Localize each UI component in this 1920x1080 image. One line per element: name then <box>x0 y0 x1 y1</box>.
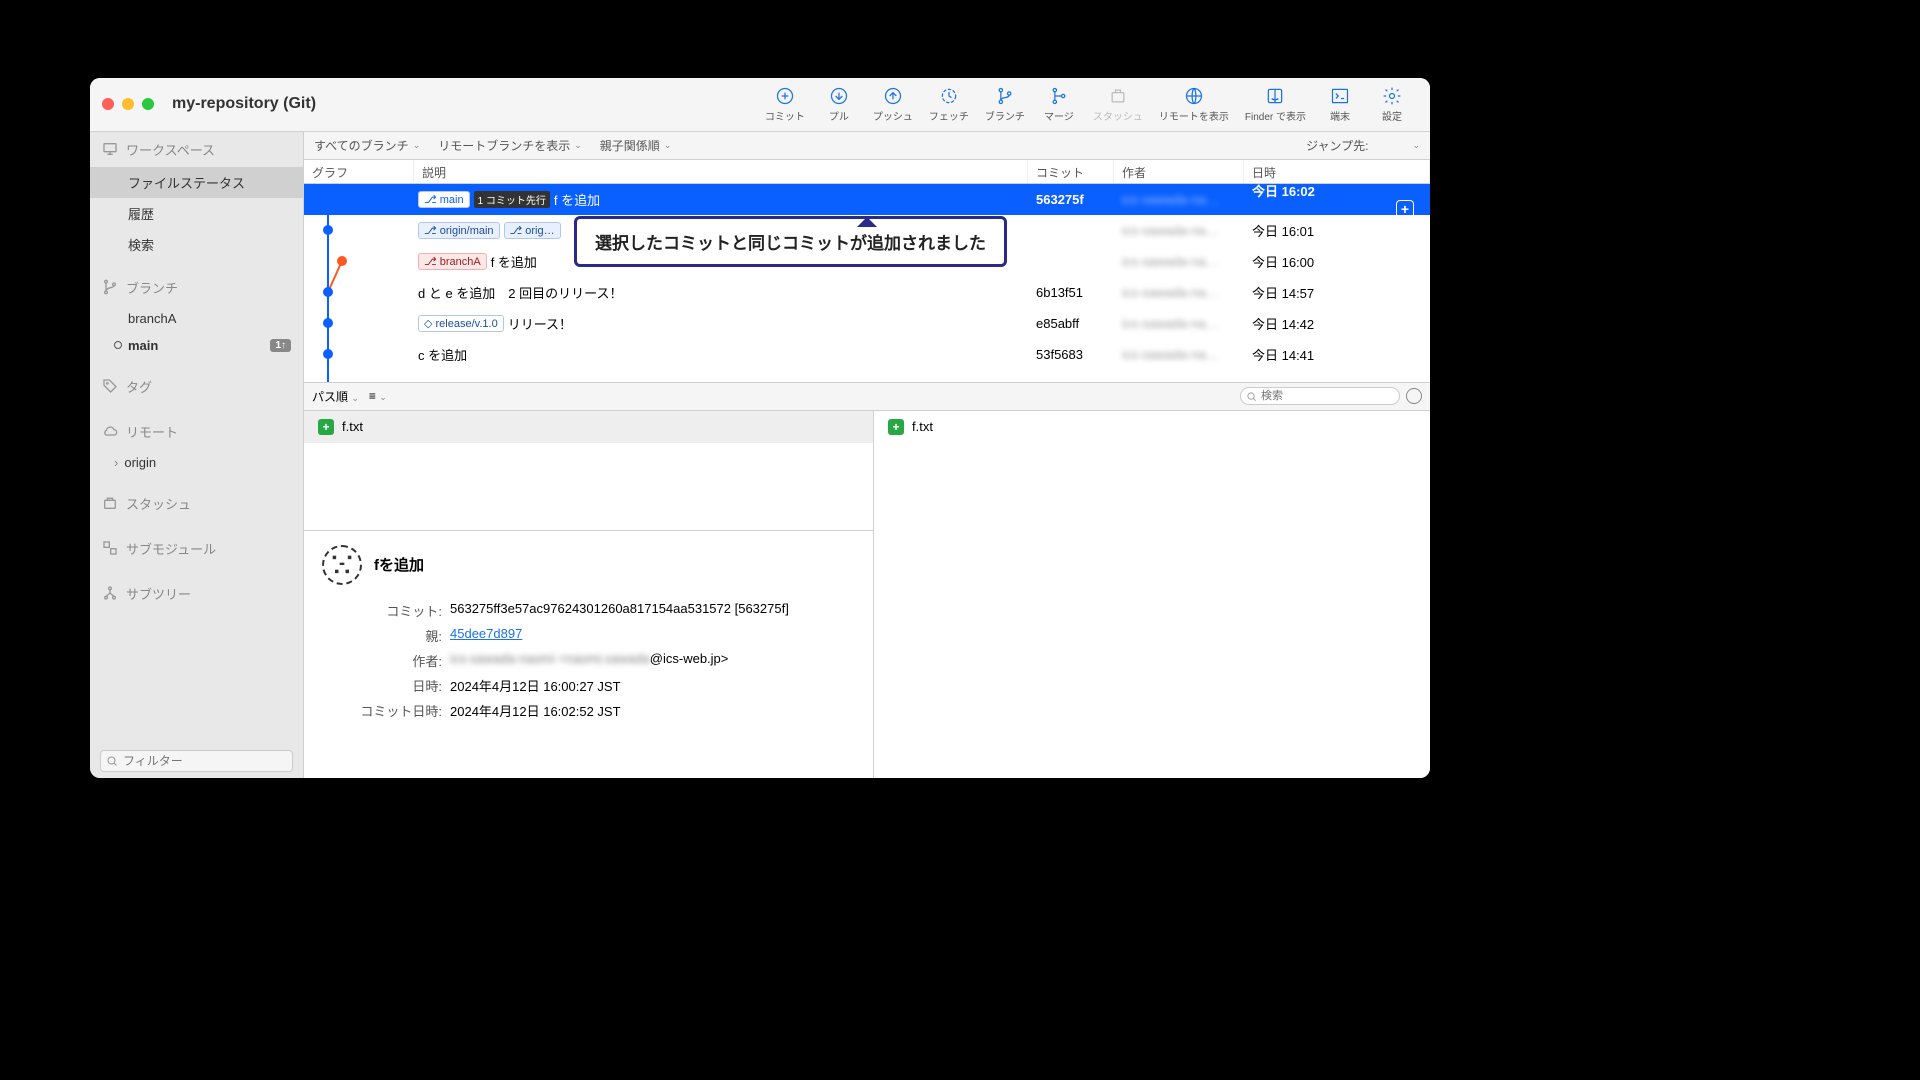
fetch-button[interactable]: フェッチ <box>921 82 977 127</box>
ref-badge: ⎇ origin/main <box>418 222 500 239</box>
cloud-icon <box>102 423 118 439</box>
sidebar-remotes[interactable]: リモート <box>90 414 303 449</box>
titlebar: my-repository (Git) コミットプルプッシュフェッチブランチマー… <box>90 78 1430 132</box>
gear-icon <box>1382 86 1402 106</box>
subtree-icon <box>102 585 118 601</box>
filter-bar: すべてのブランチ⌄ リモートブランチを表示⌄ 親子関係順⌄ ジャンプ先:⌄ <box>304 132 1430 160</box>
sidebar-branch-a[interactable]: branchA <box>90 305 303 332</box>
ref-badge: ◇ release/v.1.0 <box>418 315 504 332</box>
tag-icon <box>102 378 118 394</box>
order-select[interactable]: 親子関係順⌄ <box>600 137 672 154</box>
close-icon[interactable] <box>102 98 114 110</box>
stash-icon <box>102 495 118 511</box>
chevron-icon: ⌄ <box>1412 140 1420 151</box>
sidebar-filter <box>90 744 303 778</box>
file-item[interactable]: + f.txt <box>304 411 873 443</box>
path-order[interactable]: パス順 ⌄ <box>312 388 359 405</box>
callout: 選択したコミットと同じコミットが追加されました <box>574 216 1007 267</box>
sidebar-subtrees[interactable]: サブツリー <box>90 576 303 611</box>
traffic-lights <box>102 98 154 110</box>
sidebar-tags[interactable]: タグ <box>90 369 303 404</box>
minimize-icon[interactable] <box>122 98 134 110</box>
diff-file[interactable]: + f.txt <box>874 411 1430 443</box>
ahead-badge: 1 コミット先行 <box>474 191 550 208</box>
sidebar-stashes[interactable]: スタッシュ <box>90 486 303 521</box>
branch-filter[interactable]: すべてのブランチ⌄ <box>314 137 420 154</box>
plus-circle-icon <box>775 86 795 106</box>
submodule-icon <box>102 540 118 556</box>
commit-list: 選択したコミットと同じコミットが追加されました ⎇ main1 コミット先行 f… <box>304 184 1430 382</box>
app-window: my-repository (Git) コミットプルプッシュフェッチブランチマー… <box>90 78 1430 778</box>
monitor-icon <box>102 141 118 157</box>
merge-button[interactable]: マージ <box>1033 82 1085 127</box>
file-list: + f.txt <box>304 411 873 531</box>
refresh-icon <box>939 86 959 106</box>
branch-button[interactable]: ブランチ <box>977 82 1033 127</box>
chevron-icon: ⌄ <box>574 140 582 151</box>
detail-pane: パス順 ⌄ ≡ ⌄ + f.txt <box>304 382 1430 778</box>
ref-badge: ⎇ branchA <box>418 253 487 270</box>
author-value: ics-sawada-naomi <naomi.sawada@ics-web.j… <box>450 651 855 670</box>
settings-button[interactable]: 設定 <box>1366 82 1418 127</box>
sidebar: ワークスペース ファイルステータス 履歴 検索 ブランチ branchA mai… <box>90 132 304 778</box>
remote-button[interactable]: リモートを表示 <box>1151 82 1237 127</box>
ahead-badge: 1↑ <box>270 339 291 352</box>
terminal-icon <box>1330 86 1350 106</box>
chevron-icon: ⌄ <box>413 140 421 151</box>
commit-hash: 563275ff3e57ac97624301260a817154aa531572… <box>450 601 855 620</box>
added-icon: + <box>888 419 904 435</box>
sidebar-workspace[interactable]: ワークスペース <box>90 132 303 167</box>
sidebar-branches[interactable]: ブランチ <box>90 270 303 305</box>
merge-icon <box>1049 86 1069 106</box>
window-title: my-repository (Git) <box>172 95 316 113</box>
maximize-icon[interactable] <box>142 98 154 110</box>
push-button[interactable]: プッシュ <box>865 82 921 127</box>
sidebar-submodules[interactable]: サブモジュール <box>90 531 303 566</box>
filter-input[interactable] <box>100 750 293 772</box>
finder-icon <box>1265 86 1285 106</box>
commit-title: fを追加 <box>374 554 424 575</box>
gear-icon[interactable] <box>1406 388 1422 404</box>
pull-button[interactable]: プル <box>813 82 865 127</box>
date-value: 2024年4月12日 16:00:27 JST <box>450 676 855 695</box>
jump-select[interactable]: ジャンプ先:⌄ <box>1306 137 1420 154</box>
commit-button[interactable]: コミット <box>757 82 813 127</box>
sidebar-item-filestatus[interactable]: ファイルステータス <box>90 167 303 198</box>
commit-date-value: 2024年4月12日 16:02:52 JST <box>450 701 855 720</box>
branch-icon <box>102 279 118 295</box>
ref-badge: ⎇ main <box>418 191 470 208</box>
stash-icon <box>1108 86 1128 106</box>
sidebar-item-history[interactable]: 履歴 <box>90 198 303 229</box>
commit-row[interactable]: d と e を追加 2 回目のリリース！6b13f51ics-sawada-na… <box>304 277 1430 308</box>
commit-row[interactable]: c を追加53f5683ics-sawada-na…今日 14:41 <box>304 339 1430 370</box>
terminal-button[interactable]: 端末 <box>1314 82 1366 127</box>
ref-badge: ⎇ orig… <box>504 222 561 239</box>
sidebar-branch-main[interactable]: main 1↑ <box>90 332 303 359</box>
up-circle-icon <box>883 86 903 106</box>
down-circle-icon <box>829 86 849 106</box>
sidebar-item-search[interactable]: 検索 <box>90 229 303 260</box>
toolbar: コミットプルプッシュフェッチブランチマージスタッシュリモートを表示Finder … <box>757 82 1418 127</box>
main: すべてのブランチ⌄ リモートブランチを表示⌄ 親子関係順⌄ ジャンプ先:⌄ グラ… <box>304 132 1430 778</box>
commit-row[interactable]: ◇ release/v.1.0 リリース！e85abffics-sawada-n… <box>304 308 1430 339</box>
parent-link[interactable]: 45dee7d897 <box>450 626 522 641</box>
sidebar-remote-origin[interactable]: ›origin <box>90 449 303 476</box>
added-icon: + <box>318 419 334 435</box>
commit-info: fを追加 コミット: 563275ff3e57ac97624301260a817… <box>304 531 873 778</box>
branch-icon <box>995 86 1015 106</box>
globe-icon <box>1184 86 1204 106</box>
remote-toggle[interactable]: リモートブランチを表示⌄ <box>438 137 582 154</box>
detail-search-input[interactable] <box>1240 387 1400 405</box>
avatar-icon <box>322 545 362 585</box>
view-options[interactable]: ≡ ⌄ <box>369 389 387 403</box>
current-branch-dot-icon <box>114 341 122 349</box>
chevron-icon: ⌄ <box>664 140 672 151</box>
detail-bar: パス順 ⌄ ≡ ⌄ <box>304 383 1430 411</box>
finder-button[interactable]: Finder で表示 <box>1237 82 1314 127</box>
stash-button[interactable]: スタッシュ <box>1085 82 1151 127</box>
